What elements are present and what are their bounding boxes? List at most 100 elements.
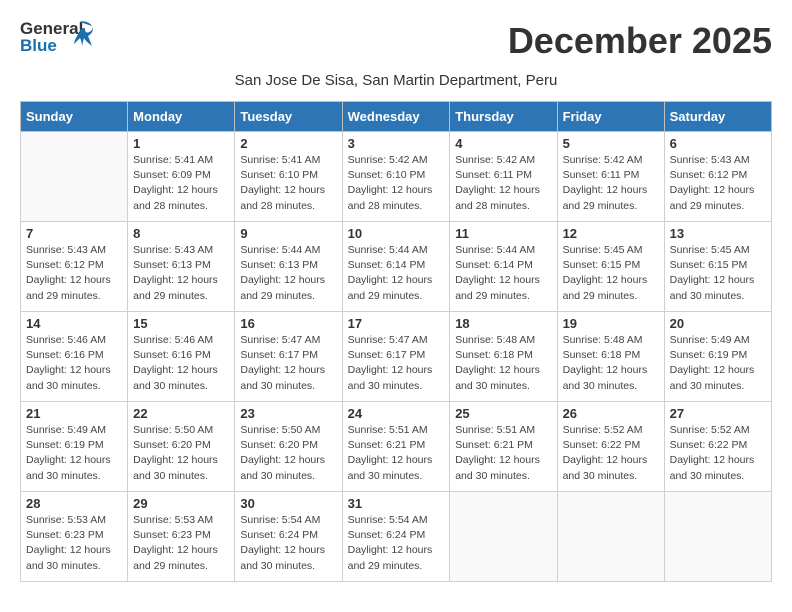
day-number: 8: [133, 226, 229, 241]
col-thursday: Thursday: [450, 102, 557, 132]
calendar-cell: 29 Sunrise: 5:53 AM Sunset: 6:23 PM Dayli…: [128, 492, 235, 582]
col-saturday: Saturday: [664, 102, 771, 132]
day-number: 29: [133, 496, 229, 511]
day-info: Sunrise: 5:48 AM Sunset: 6:18 PM Dayligh…: [455, 333, 551, 394]
month-title: December 2025: [508, 20, 772, 62]
day-number: 20: [670, 316, 766, 331]
calendar-cell: 2Sunrise: 5:41 AM Sunset: 6:10 PM Daylig…: [235, 132, 342, 222]
day-number: 31: [348, 496, 445, 511]
calendar-cell: 5 Sunrise: 5:42 AM Sunset: 6:11 PM Daylig…: [557, 132, 664, 222]
day-info: Sunrise: 5:41 AM Sunset: 6:10 PM Dayligh…: [240, 153, 336, 214]
day-number: 21: [26, 406, 122, 421]
calendar-cell: 28Sunrise: 5:53 AM Sunset: 6:23 PM Dayli…: [21, 492, 128, 582]
day-number: 6: [670, 136, 766, 151]
day-number: 26: [563, 406, 659, 421]
day-info: Sunrise: 5:41 AM Sunset: 6:09 PM Dayligh…: [133, 153, 229, 214]
logo: General Blue: [20, 20, 74, 64]
calendar-cell: [557, 492, 664, 582]
day-number: 15: [133, 316, 229, 331]
calendar-cell: 6Sunrise: 5:43 AM Sunset: 6:12 PM Daylig…: [664, 132, 771, 222]
day-number: 24: [348, 406, 445, 421]
day-info: Sunrise: 5:44 AM Sunset: 6:14 PM Dayligh…: [455, 243, 551, 304]
day-number: 23: [240, 406, 336, 421]
day-info: Sunrise: 5:53 AM Sunset: 6:23 PM Dayligh…: [133, 513, 229, 574]
day-info: Sunrise: 5:42 AM Sunset: 6:10 PM Dayligh…: [348, 153, 445, 214]
page-header: General Blue December 2025: [20, 20, 772, 64]
day-info: Sunrise: 5:44 AM Sunset: 6:14 PM Dayligh…: [348, 243, 445, 304]
calendar-body: 1 Sunrise: 5:41 AM Sunset: 6:09 PM Daylig…: [21, 132, 772, 582]
day-info: Sunrise: 5:51 AM Sunset: 6:21 PM Dayligh…: [455, 423, 551, 484]
col-friday: Friday: [557, 102, 664, 132]
calendar-week-1: 1 Sunrise: 5:41 AM Sunset: 6:09 PM Daylig…: [21, 132, 772, 222]
header-row: Sunday Monday Tuesday Wednesday Thursday…: [21, 102, 772, 132]
day-number: 9: [240, 226, 336, 241]
day-number: 16: [240, 316, 336, 331]
calendar-cell: 27Sunrise: 5:52 AM Sunset: 6:22 PM Dayli…: [664, 402, 771, 492]
calendar-table: Sunday Monday Tuesday Wednesday Thursday…: [20, 101, 772, 582]
calendar-cell: 4Sunrise: 5:42 AM Sunset: 6:11 PM Daylig…: [450, 132, 557, 222]
day-number: 11: [455, 226, 551, 241]
day-number: 19: [563, 316, 659, 331]
day-number: 7: [26, 226, 122, 241]
subtitle: San Jose De Sisa, San Martin Department,…: [20, 72, 772, 89]
calendar-cell: 30 Sunrise: 5:54 AM Sunset: 6:24 PM Dayli…: [235, 492, 342, 582]
day-info: Sunrise: 5:48 AM Sunset: 6:18 PM Dayligh…: [563, 333, 659, 394]
day-info: Sunrise: 5:49 AM Sunset: 6:19 PM Dayligh…: [26, 423, 122, 484]
day-number: 13: [670, 226, 766, 241]
calendar-cell: 12Sunrise: 5:45 AM Sunset: 6:15 PM Dayli…: [557, 222, 664, 312]
col-sunday: Sunday: [21, 102, 128, 132]
calendar-cell: 23 Sunrise: 5:50 AM Sunset: 6:20 PM Dayli…: [235, 402, 342, 492]
day-info: Sunrise: 5:43 AM Sunset: 6:13 PM Dayligh…: [133, 243, 229, 304]
day-number: 5: [563, 136, 659, 151]
day-info: Sunrise: 5:51 AM Sunset: 6:21 PM Dayligh…: [348, 423, 445, 484]
day-info: Sunrise: 5:52 AM Sunset: 6:22 PM Dayligh…: [563, 423, 659, 484]
calendar-week-4: 21 Sunrise: 5:49 AM Sunset: 6:19 PM Dayli…: [21, 402, 772, 492]
day-info: Sunrise: 5:47 AM Sunset: 6:17 PM Dayligh…: [348, 333, 445, 394]
day-number: 3: [348, 136, 445, 151]
calendar-cell: 9Sunrise: 5:44 AM Sunset: 6:13 PM Daylig…: [235, 222, 342, 312]
calendar-cell: 20 Sunrise: 5:49 AM Sunset: 6:19 PM Dayli…: [664, 312, 771, 402]
day-info: Sunrise: 5:42 AM Sunset: 6:11 PM Dayligh…: [455, 153, 551, 214]
day-info: Sunrise: 5:43 AM Sunset: 6:12 PM Dayligh…: [26, 243, 122, 304]
day-number: 1: [133, 136, 229, 151]
calendar-cell: [21, 132, 128, 222]
calendar-week-3: 14 Sunrise: 5:46 AM Sunset: 6:16 PM Dayli…: [21, 312, 772, 402]
day-info: Sunrise: 5:47 AM Sunset: 6:17 PM Dayligh…: [240, 333, 336, 394]
day-info: Sunrise: 5:50 AM Sunset: 6:20 PM Dayligh…: [240, 423, 336, 484]
day-number: 10: [348, 226, 445, 241]
calendar-cell: [450, 492, 557, 582]
calendar-cell: 16 Sunrise: 5:47 AM Sunset: 6:17 PM Dayli…: [235, 312, 342, 402]
day-info: Sunrise: 5:42 AM Sunset: 6:11 PM Dayligh…: [563, 153, 659, 214]
calendar-cell: 21 Sunrise: 5:49 AM Sunset: 6:19 PM Dayli…: [21, 402, 128, 492]
day-number: 22: [133, 406, 229, 421]
calendar-week-5: 28Sunrise: 5:53 AM Sunset: 6:23 PM Dayli…: [21, 492, 772, 582]
day-info: Sunrise: 5:50 AM Sunset: 6:20 PM Dayligh…: [133, 423, 229, 484]
day-info: Sunrise: 5:53 AM Sunset: 6:23 PM Dayligh…: [26, 513, 122, 574]
calendar-cell: [664, 492, 771, 582]
calendar-cell: 14 Sunrise: 5:46 AM Sunset: 6:16 PM Dayli…: [21, 312, 128, 402]
calendar-cell: 25 Sunrise: 5:51 AM Sunset: 6:21 PM Dayli…: [450, 402, 557, 492]
day-info: Sunrise: 5:52 AM Sunset: 6:22 PM Dayligh…: [670, 423, 766, 484]
calendar-cell: 18Sunrise: 5:48 AM Sunset: 6:18 PM Dayli…: [450, 312, 557, 402]
day-number: 14: [26, 316, 122, 331]
calendar-cell: 8 Sunrise: 5:43 AM Sunset: 6:13 PM Daylig…: [128, 222, 235, 312]
calendar-cell: 26 Sunrise: 5:52 AM Sunset: 6:22 PM Dayli…: [557, 402, 664, 492]
day-number: 30: [240, 496, 336, 511]
calendar-cell: 22 Sunrise: 5:50 AM Sunset: 6:20 PM Dayli…: [128, 402, 235, 492]
calendar-cell: 19 Sunrise: 5:48 AM Sunset: 6:18 PM Dayli…: [557, 312, 664, 402]
day-info: Sunrise: 5:46 AM Sunset: 6:16 PM Dayligh…: [133, 333, 229, 394]
calendar-week-2: 7 Sunrise: 5:43 AM Sunset: 6:12 PM Daylig…: [21, 222, 772, 312]
day-info: Sunrise: 5:54 AM Sunset: 6:24 PM Dayligh…: [348, 513, 445, 574]
calendar-cell: 1 Sunrise: 5:41 AM Sunset: 6:09 PM Daylig…: [128, 132, 235, 222]
calendar-cell: 3 Sunrise: 5:42 AM Sunset: 6:10 PM Daylig…: [342, 132, 450, 222]
calendar-cell: 10 Sunrise: 5:44 AM Sunset: 6:14 PM Dayli…: [342, 222, 450, 312]
day-info: Sunrise: 5:45 AM Sunset: 6:15 PM Dayligh…: [563, 243, 659, 304]
day-info: Sunrise: 5:54 AM Sunset: 6:24 PM Dayligh…: [240, 513, 336, 574]
logo-bird-icon: [72, 20, 94, 46]
day-info: Sunrise: 5:49 AM Sunset: 6:19 PM Dayligh…: [670, 333, 766, 394]
day-info: Sunrise: 5:46 AM Sunset: 6:16 PM Dayligh…: [26, 333, 122, 394]
day-number: 25: [455, 406, 551, 421]
calendar-cell: 11 Sunrise: 5:44 AM Sunset: 6:14 PM Dayli…: [450, 222, 557, 312]
col-monday: Monday: [128, 102, 235, 132]
calendar-cell: 17Sunrise: 5:47 AM Sunset: 6:17 PM Dayli…: [342, 312, 450, 402]
